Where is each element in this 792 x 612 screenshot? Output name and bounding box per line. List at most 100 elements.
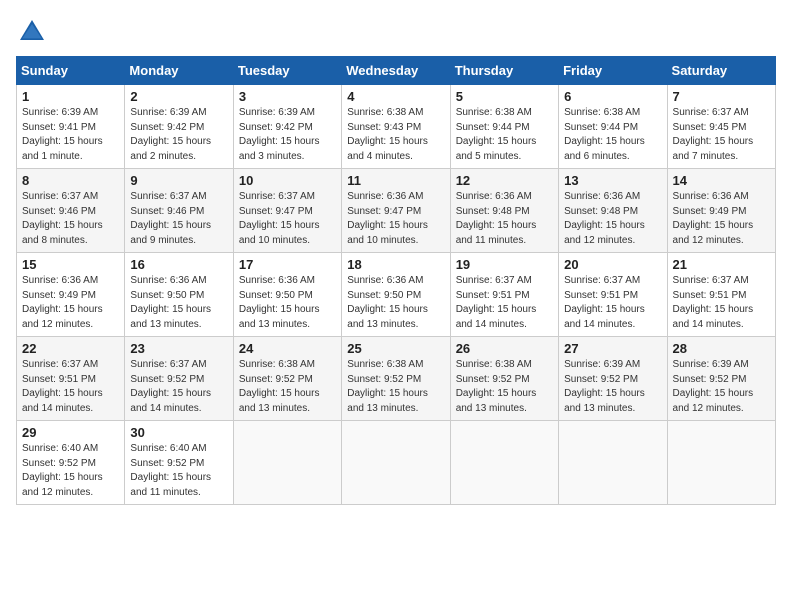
calendar-cell: 11 Sunrise: 6:36 AM Sunset: 9:47 PM Dayl… — [342, 169, 450, 253]
calendar-cell: 12 Sunrise: 6:36 AM Sunset: 9:48 PM Dayl… — [450, 169, 558, 253]
calendar-header-sunday: Sunday — [17, 57, 125, 85]
day-number: 24 — [239, 341, 336, 356]
day-info: Sunrise: 6:37 AM Sunset: 9:47 PM Dayligh… — [239, 190, 336, 248]
day-info: Sunrise: 6:36 AM Sunset: 9:49 PM Dayligh… — [22, 274, 119, 332]
calendar-cell: 27 Sunrise: 6:39 AM Sunset: 9:52 PM Dayl… — [559, 337, 667, 421]
calendar-cell: 17 Sunrise: 6:36 AM Sunset: 9:50 PM Dayl… — [233, 253, 341, 337]
day-number: 16 — [130, 257, 227, 272]
calendar-cell: 20 Sunrise: 6:37 AM Sunset: 9:51 PM Dayl… — [559, 253, 667, 337]
day-info: Sunrise: 6:39 AM Sunset: 9:42 PM Dayligh… — [239, 106, 336, 164]
day-info: Sunrise: 6:39 AM Sunset: 9:42 PM Dayligh… — [130, 106, 227, 164]
day-number: 9 — [130, 173, 227, 188]
day-number: 13 — [564, 173, 661, 188]
calendar-cell: 16 Sunrise: 6:36 AM Sunset: 9:50 PM Dayl… — [125, 253, 233, 337]
calendar-cell: 15 Sunrise: 6:36 AM Sunset: 9:49 PM Dayl… — [17, 253, 125, 337]
day-number: 7 — [673, 89, 770, 104]
day-number: 22 — [22, 341, 119, 356]
calendar-cell — [450, 421, 558, 505]
day-info: Sunrise: 6:40 AM Sunset: 9:52 PM Dayligh… — [130, 442, 227, 500]
calendar-cell: 19 Sunrise: 6:37 AM Sunset: 9:51 PM Dayl… — [450, 253, 558, 337]
day-number: 3 — [239, 89, 336, 104]
calendar-week-3: 15 Sunrise: 6:36 AM Sunset: 9:49 PM Dayl… — [17, 253, 776, 337]
calendar-cell: 28 Sunrise: 6:39 AM Sunset: 9:52 PM Dayl… — [667, 337, 775, 421]
calendar-cell: 30 Sunrise: 6:40 AM Sunset: 9:52 PM Dayl… — [125, 421, 233, 505]
day-number: 4 — [347, 89, 444, 104]
day-info: Sunrise: 6:37 AM Sunset: 9:51 PM Dayligh… — [564, 274, 661, 332]
day-number: 26 — [456, 341, 553, 356]
day-info: Sunrise: 6:37 AM Sunset: 9:52 PM Dayligh… — [130, 358, 227, 416]
calendar-header-friday: Friday — [559, 57, 667, 85]
day-number: 23 — [130, 341, 227, 356]
day-number: 1 — [22, 89, 119, 104]
calendar-cell: 1 Sunrise: 6:39 AM Sunset: 9:41 PM Dayli… — [17, 85, 125, 169]
calendar-week-4: 22 Sunrise: 6:37 AM Sunset: 9:51 PM Dayl… — [17, 337, 776, 421]
calendar-cell — [559, 421, 667, 505]
calendar-week-2: 8 Sunrise: 6:37 AM Sunset: 9:46 PM Dayli… — [17, 169, 776, 253]
logo-icon — [16, 16, 48, 48]
calendar-header-monday: Monday — [125, 57, 233, 85]
day-info: Sunrise: 6:36 AM Sunset: 9:48 PM Dayligh… — [456, 190, 553, 248]
day-number: 20 — [564, 257, 661, 272]
calendar-cell: 26 Sunrise: 6:38 AM Sunset: 9:52 PM Dayl… — [450, 337, 558, 421]
day-number: 27 — [564, 341, 661, 356]
day-info: Sunrise: 6:36 AM Sunset: 9:50 PM Dayligh… — [239, 274, 336, 332]
day-number: 17 — [239, 257, 336, 272]
day-info: Sunrise: 6:37 AM Sunset: 9:51 PM Dayligh… — [673, 274, 770, 332]
calendar-cell — [233, 421, 341, 505]
calendar-cell: 21 Sunrise: 6:37 AM Sunset: 9:51 PM Dayl… — [667, 253, 775, 337]
day-number: 28 — [673, 341, 770, 356]
day-info: Sunrise: 6:40 AM Sunset: 9:52 PM Dayligh… — [22, 442, 119, 500]
day-number: 15 — [22, 257, 119, 272]
day-number: 5 — [456, 89, 553, 104]
calendar-table: SundayMondayTuesdayWednesdayThursdayFrid… — [16, 56, 776, 505]
calendar-cell: 25 Sunrise: 6:38 AM Sunset: 9:52 PM Dayl… — [342, 337, 450, 421]
day-info: Sunrise: 6:39 AM Sunset: 9:52 PM Dayligh… — [564, 358, 661, 416]
calendar-cell: 18 Sunrise: 6:36 AM Sunset: 9:50 PM Dayl… — [342, 253, 450, 337]
day-number: 29 — [22, 425, 119, 440]
day-info: Sunrise: 6:39 AM Sunset: 9:52 PM Dayligh… — [673, 358, 770, 416]
day-info: Sunrise: 6:38 AM Sunset: 9:43 PM Dayligh… — [347, 106, 444, 164]
calendar-cell: 29 Sunrise: 6:40 AM Sunset: 9:52 PM Dayl… — [17, 421, 125, 505]
calendar-cell: 5 Sunrise: 6:38 AM Sunset: 9:44 PM Dayli… — [450, 85, 558, 169]
day-info: Sunrise: 6:36 AM Sunset: 9:49 PM Dayligh… — [673, 190, 770, 248]
calendar-week-1: 1 Sunrise: 6:39 AM Sunset: 9:41 PM Dayli… — [17, 85, 776, 169]
day-info: Sunrise: 6:39 AM Sunset: 9:41 PM Dayligh… — [22, 106, 119, 164]
day-number: 6 — [564, 89, 661, 104]
day-number: 19 — [456, 257, 553, 272]
day-number: 10 — [239, 173, 336, 188]
day-number: 30 — [130, 425, 227, 440]
calendar-cell: 7 Sunrise: 6:37 AM Sunset: 9:45 PM Dayli… — [667, 85, 775, 169]
calendar-cell: 13 Sunrise: 6:36 AM Sunset: 9:48 PM Dayl… — [559, 169, 667, 253]
day-info: Sunrise: 6:36 AM Sunset: 9:50 PM Dayligh… — [130, 274, 227, 332]
day-info: Sunrise: 6:37 AM Sunset: 9:51 PM Dayligh… — [22, 358, 119, 416]
calendar-cell: 24 Sunrise: 6:38 AM Sunset: 9:52 PM Dayl… — [233, 337, 341, 421]
day-info: Sunrise: 6:37 AM Sunset: 9:51 PM Dayligh… — [456, 274, 553, 332]
day-info: Sunrise: 6:38 AM Sunset: 9:52 PM Dayligh… — [456, 358, 553, 416]
logo — [16, 16, 52, 48]
day-info: Sunrise: 6:38 AM Sunset: 9:44 PM Dayligh… — [564, 106, 661, 164]
calendar-cell: 14 Sunrise: 6:36 AM Sunset: 9:49 PM Dayl… — [667, 169, 775, 253]
day-number: 25 — [347, 341, 444, 356]
calendar-header-tuesday: Tuesday — [233, 57, 341, 85]
calendar-cell: 22 Sunrise: 6:37 AM Sunset: 9:51 PM Dayl… — [17, 337, 125, 421]
day-info: Sunrise: 6:38 AM Sunset: 9:52 PM Dayligh… — [239, 358, 336, 416]
day-number: 12 — [456, 173, 553, 188]
day-info: Sunrise: 6:38 AM Sunset: 9:44 PM Dayligh… — [456, 106, 553, 164]
calendar-header-saturday: Saturday — [667, 57, 775, 85]
day-info: Sunrise: 6:36 AM Sunset: 9:48 PM Dayligh… — [564, 190, 661, 248]
day-info: Sunrise: 6:36 AM Sunset: 9:47 PM Dayligh… — [347, 190, 444, 248]
calendar-cell: 4 Sunrise: 6:38 AM Sunset: 9:43 PM Dayli… — [342, 85, 450, 169]
day-info: Sunrise: 6:36 AM Sunset: 9:50 PM Dayligh… — [347, 274, 444, 332]
day-info: Sunrise: 6:38 AM Sunset: 9:52 PM Dayligh… — [347, 358, 444, 416]
day-info: Sunrise: 6:37 AM Sunset: 9:46 PM Dayligh… — [130, 190, 227, 248]
day-number: 18 — [347, 257, 444, 272]
page-header — [16, 16, 776, 48]
calendar-cell: 3 Sunrise: 6:39 AM Sunset: 9:42 PM Dayli… — [233, 85, 341, 169]
calendar-cell: 6 Sunrise: 6:38 AM Sunset: 9:44 PM Dayli… — [559, 85, 667, 169]
calendar-header-thursday: Thursday — [450, 57, 558, 85]
calendar-cell: 2 Sunrise: 6:39 AM Sunset: 9:42 PM Dayli… — [125, 85, 233, 169]
calendar-cell: 8 Sunrise: 6:37 AM Sunset: 9:46 PM Dayli… — [17, 169, 125, 253]
calendar-week-5: 29 Sunrise: 6:40 AM Sunset: 9:52 PM Dayl… — [17, 421, 776, 505]
calendar-cell — [342, 421, 450, 505]
day-number: 2 — [130, 89, 227, 104]
